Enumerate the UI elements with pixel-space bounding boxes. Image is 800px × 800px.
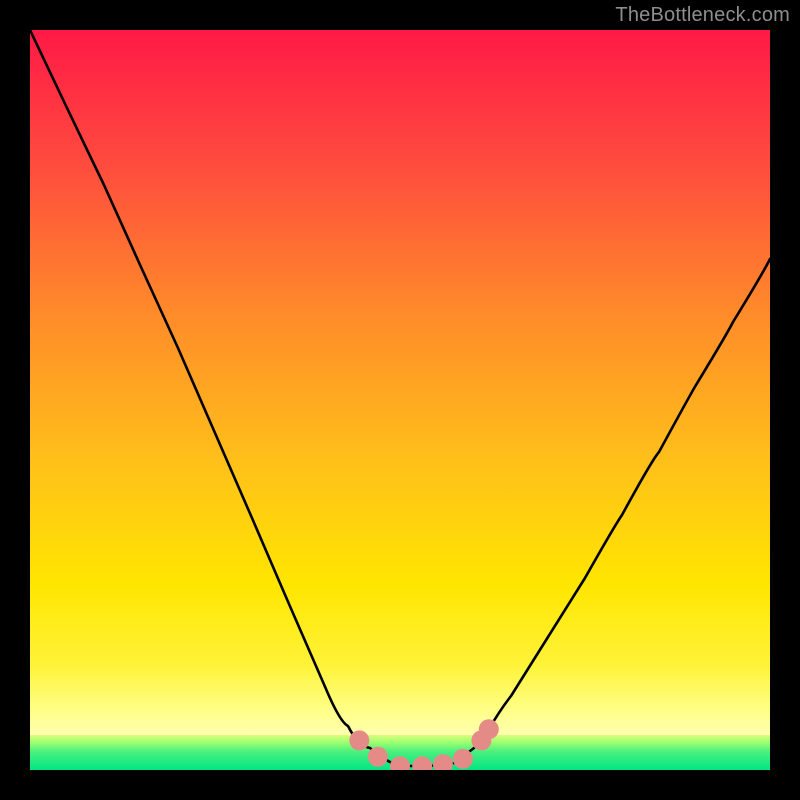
chart-frame: TheBottleneck.com (0, 0, 800, 800)
highlight-marker (453, 749, 473, 769)
highlight-marker (349, 730, 369, 750)
plot-area (30, 30, 770, 770)
highlight-marker (368, 747, 388, 767)
highlight-marker (479, 719, 499, 739)
gradient-background (30, 30, 770, 770)
chart-svg (30, 30, 770, 770)
watermark-label: TheBottleneck.com (615, 4, 790, 27)
